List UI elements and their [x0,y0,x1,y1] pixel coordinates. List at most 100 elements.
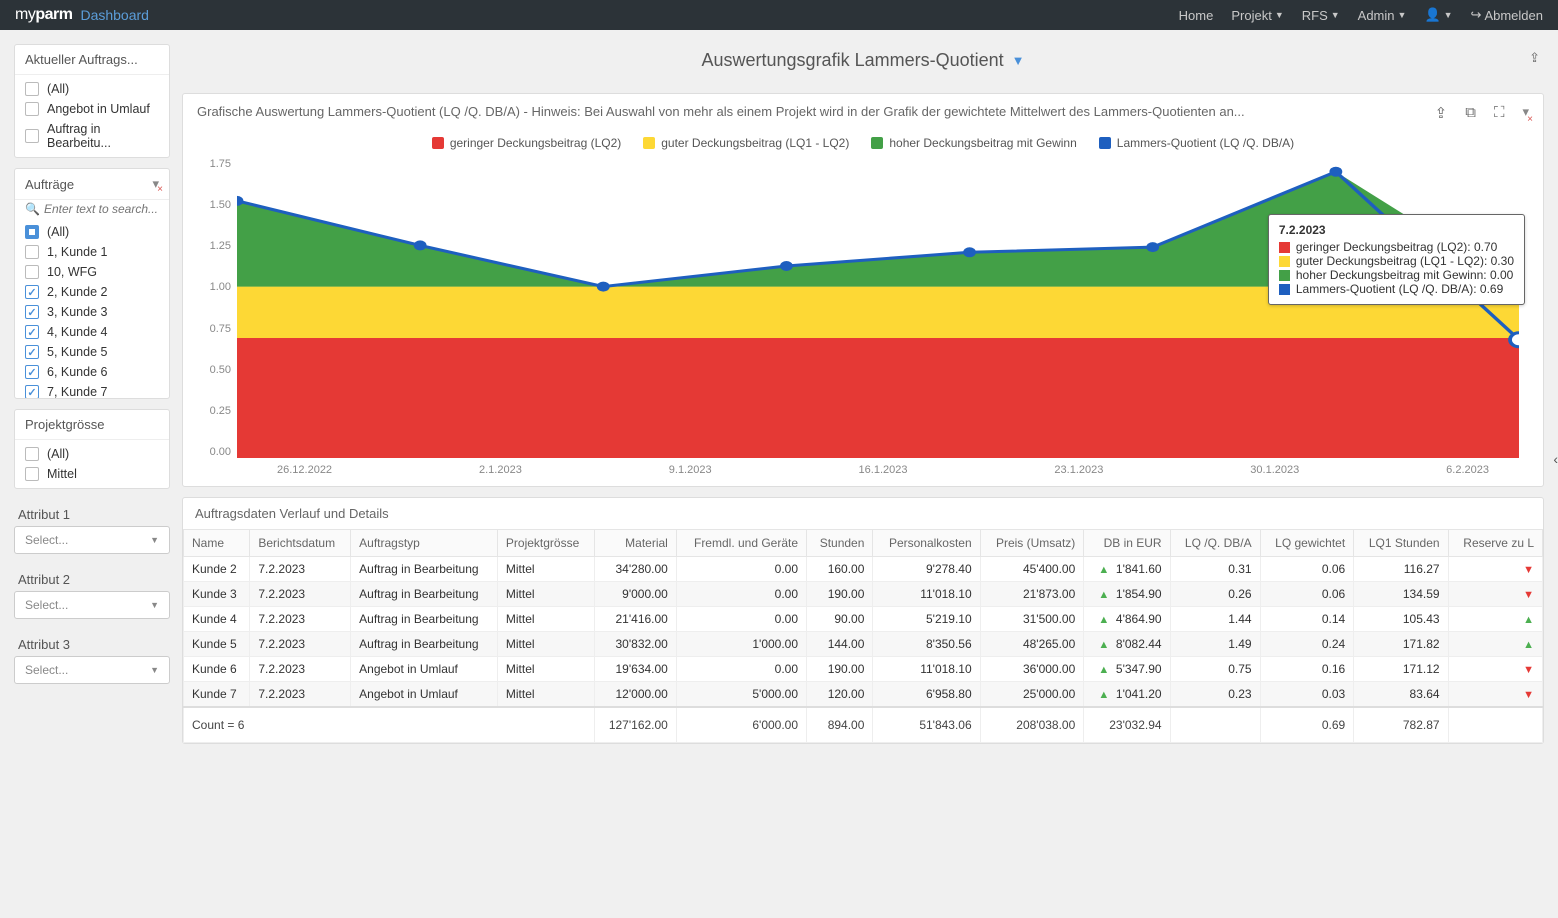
order-item[interactable]: 7, Kunde 7 [15,382,169,398]
filter-status-panel: Aktueller Auftrags... (All)Angebot in Um… [14,44,170,158]
order-item[interactable]: 6, Kunde 6 [15,362,169,382]
attr1-select[interactable]: Select...▼ [14,526,170,554]
filter-status-title: Aktueller Auftrags... [25,52,138,67]
nav-admin[interactable]: Admin▼ [1358,8,1407,23]
chart-fullscreen-icon[interactable]: ⛶ [1494,104,1505,122]
nav-rfs[interactable]: RFS▼ [1302,8,1340,23]
legend-swatch-yellow [643,137,655,149]
filter-orders-title: Aufträge [25,177,74,192]
checkbox-icon [25,345,39,359]
chart-area: 1.751.501.251.000.750.500.250.00 7.2.202… [237,158,1519,458]
table-header[interactable]: Reserve zu L [1448,530,1542,557]
checkbox-icon [25,129,39,143]
nav-project[interactable]: Projekt▼ [1231,8,1283,23]
checkbox-icon [25,82,39,96]
chevron-down-icon: ▼ [150,665,159,675]
chart-copy-icon[interactable]: ⧉ [1465,104,1476,122]
order-item[interactable]: 2, Kunde 2 [15,282,169,302]
status-item[interactable]: Auftrag in Bearbeitu... [15,119,169,153]
attr3-select[interactable]: Select...▼ [14,656,170,684]
attr3-label: Attribut 3 [14,629,170,656]
checkbox-icon [25,305,39,319]
chart-title: Grafische Auswertung Lammers-Quotient (L… [197,104,1435,119]
nav-home[interactable]: Home [1179,8,1214,23]
logo: myparm [15,6,72,24]
table-header[interactable]: Auftragstyp [351,530,498,557]
table-row[interactable]: Kunde 37.2.2023Auftrag in BearbeitungMit… [184,582,1543,607]
legend-swatch-blue [1099,137,1111,149]
order-item[interactable]: 4, Kunde 4 [15,322,169,342]
table-row[interactable]: Kunde 27.2.2023Auftrag in BearbeitungMit… [184,557,1543,582]
size-item[interactable]: (All) [15,444,169,464]
table-row[interactable]: Kunde 67.2.2023Angebot in UmlaufMittel 1… [184,657,1543,682]
table-header[interactable]: Preis (Umsatz) [980,530,1084,557]
table-header[interactable]: LQ1 Stunden [1354,530,1448,557]
checkbox-icon [25,447,39,461]
top-nav: Home Projekt▼ RFS▼ Admin▼ 👤▼ ↪ Abmelden [1179,7,1543,23]
table-header[interactable]: Berichtsdatum [250,530,351,557]
order-item[interactable]: 1, Kunde 1 [15,242,169,262]
checkbox-icon [25,225,39,239]
table-row[interactable]: Kunde 47.2.2023Auftrag in BearbeitungMit… [184,607,1543,632]
data-table-panel: Auftragsdaten Verlauf und Details NameBe… [182,497,1544,744]
table-header[interactable]: Fremdl. und Geräte [676,530,806,557]
table-header[interactable]: Name [184,530,250,557]
checkbox-icon [25,385,39,398]
page-title: Auswertungsgrafik Lammers-Quotient ▼ [702,50,1025,71]
filter-clear-icon[interactable]: ▾ [152,176,159,192]
order-item[interactable]: 5, Kunde 5 [15,342,169,362]
attr2-select[interactable]: Select...▼ [14,591,170,619]
legend-swatch-green [871,137,883,149]
size-item[interactable]: Mittel [15,464,169,484]
checkbox-icon [25,325,39,339]
status-item[interactable]: Angebot in Umlauf [15,99,169,119]
chart-export-icon[interactable]: ⇪ [1435,104,1448,122]
table-header[interactable]: LQ gewichtet [1260,530,1354,557]
chevron-down-icon: ▼ [150,600,159,610]
nav-logout[interactable]: ↪ Abmelden [1471,7,1543,23]
filter-icon[interactable]: ▼ [1012,53,1025,68]
checkbox-icon [25,365,39,379]
table-header[interactable]: Stunden [807,530,873,557]
search-icon: 🔍 [25,202,40,216]
filter-size-panel: Projektgrösse (All)Mittel [14,409,170,489]
nav-user[interactable]: 👤▼ [1424,7,1452,23]
chevron-down-icon: ▼ [1331,10,1340,20]
chart-svg [237,158,1519,458]
chart-filter-icon[interactable]: ▾ [1522,104,1529,122]
chevron-down-icon: ▼ [150,535,159,545]
order-item[interactable]: 10, WFG [15,262,169,282]
checkbox-icon [25,265,39,279]
attr2-label: Attribut 2 [14,564,170,591]
order-item[interactable]: 3, Kunde 3 [15,302,169,322]
chart-legend: geringer Deckungsbeitrag (LQ2) guter Dec… [197,122,1529,158]
filter-orders-panel: Aufträge ▾ 🔍 (All)1, Kunde 110, WFG2, Ku… [14,168,170,399]
section-label: Dashboard [80,7,149,23]
table-header[interactable]: LQ /Q. DB/A [1170,530,1260,557]
side-collapse-handle[interactable]: ‹ [1553,451,1558,467]
orders-search-input[interactable] [44,202,159,216]
table-row[interactable]: Kunde 57.2.2023Auftrag in BearbeitungMit… [184,632,1543,657]
checkbox-icon [25,285,39,299]
table-header[interactable]: Personalkosten [873,530,980,557]
sidebar: Aktueller Auftrags... (All)Angebot in Um… [14,44,170,744]
chart-tooltip: 7.2.2023 geringer Deckungsbeitrag (LQ2):… [1268,214,1525,305]
legend-swatch-red [432,137,444,149]
topbar: myparm Dashboard Home Projekt▼ RFS▼ Admi… [0,0,1558,30]
checkbox-icon [25,245,39,259]
chevron-down-icon: ▼ [1275,10,1284,20]
export-icon[interactable]: ⇪ [1529,50,1540,66]
table-footer-row: Count = 6 127'162.00 6'000.00 894.00 51'… [184,707,1543,743]
order-item[interactable]: (All) [15,222,169,242]
chart-panel: Grafische Auswertung Lammers-Quotient (L… [182,93,1544,487]
table-row[interactable]: Kunde 77.2.2023Angebot in UmlaufMittel 1… [184,682,1543,708]
chevron-down-icon: ▼ [1398,10,1407,20]
table-title: Auftragsdaten Verlauf und Details [183,498,1543,529]
status-item[interactable]: (All) [15,79,169,99]
attr1-label: Attribut 1 [14,499,170,526]
table-header[interactable]: DB in EUR [1084,530,1170,557]
checkbox-icon [25,467,39,481]
table-header[interactable]: Material [595,530,677,557]
table-header[interactable]: Projektgrösse [497,530,594,557]
data-table: NameBerichtsdatumAuftragstypProjektgröss… [183,529,1543,743]
